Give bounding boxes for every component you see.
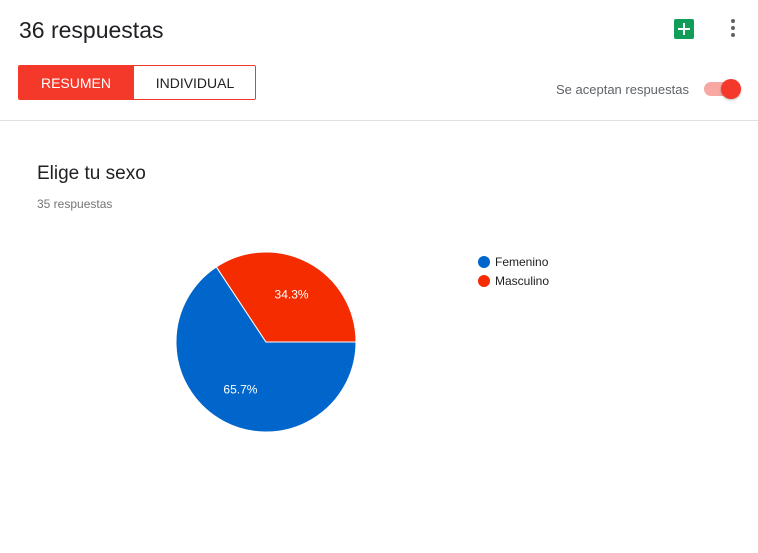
legend-dot-masculino <box>478 274 490 287</box>
legend-item-masculino[interactable]: Masculino <box>478 271 549 290</box>
legend-item-femenino[interactable]: Femenino <box>478 252 549 271</box>
legend-label-femenino: Femenino <box>495 254 549 269</box>
pie-label-masculino: 34.3% <box>275 287 309 301</box>
chart-legend: Femenino Masculino <box>478 252 549 290</box>
pie-chart: 65.7% 34.3% <box>175 251 357 433</box>
legend-dot-femenino <box>478 255 490 268</box>
pie-label-femenino: 65.7% <box>223 383 257 397</box>
legend-label-masculino: Masculino <box>495 273 550 288</box>
